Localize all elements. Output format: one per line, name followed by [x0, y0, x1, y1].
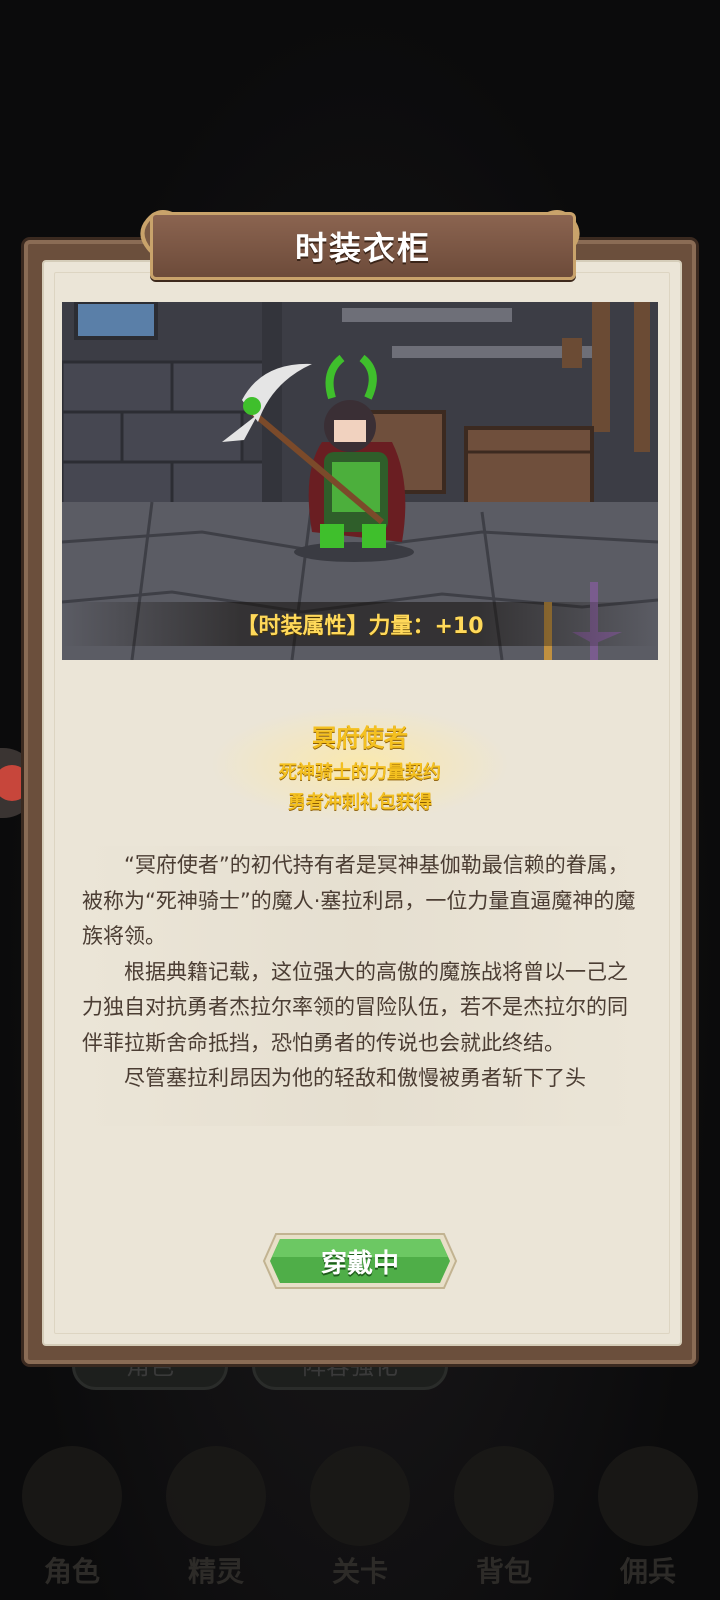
nav-label: 精灵 — [187, 1555, 244, 1588]
nav-mercenary[interactable]: 佣兵 — [588, 1440, 708, 1590]
costume-preview-scene: 【时装属性】力量：+10 — [62, 302, 658, 660]
wearing-label: 穿戴中 — [320, 1248, 399, 1279]
title-banner: 时装衣柜 — [150, 212, 576, 280]
nav-label: 背包 — [475, 1555, 532, 1588]
bag-icon — [454, 1446, 554, 1546]
nav-label: 佣兵 — [619, 1555, 676, 1588]
stage-icon — [310, 1446, 410, 1546]
description-paragraph: “冥府使者”的初代持有者是冥神基伽勒最信赖的眷属，被称为“死神骑士”的魔人·塞拉… — [82, 853, 636, 948]
nav-label: 关卡 — [331, 1555, 388, 1588]
description-paragraph: 根据典籍记载，这位强大的高傲的魔族战将曾以一己之力独自对抗勇者杰拉尔率领的冒险队… — [82, 959, 628, 1055]
costume-name: 冥府使者 — [312, 724, 408, 752]
nav-stage[interactable]: 关卡 — [300, 1440, 420, 1590]
mercenary-icon — [598, 1446, 698, 1546]
attribute-text: 【时装属性】力量：+10 — [236, 614, 484, 639]
costume-source: 勇者冲刺礼包获得 — [288, 792, 432, 813]
nav-role[interactable]: 角色 — [12, 1440, 132, 1590]
wearing-button[interactable]: 穿戴中 — [262, 1230, 458, 1292]
modal-title: 时装衣柜 — [294, 229, 431, 267]
description-paragraph: 尽管塞拉利昂因为他的轻敌和傲慢被勇者斩下了头 — [124, 1066, 586, 1090]
attribute-bar: 【时装属性】力量：+10 — [62, 602, 658, 646]
nav-bag[interactable]: 背包 — [444, 1440, 564, 1590]
bottom-nav: 角色 精灵 关卡 背包 佣兵 — [0, 1430, 720, 1600]
role-icon — [22, 1446, 122, 1546]
sprite-icon — [166, 1446, 266, 1546]
costume-subtitle: 死神骑士的力量契约 — [279, 762, 441, 783]
nav-label: 角色 — [43, 1555, 100, 1588]
nav-sprite[interactable]: 精灵 — [156, 1440, 276, 1590]
costume-description[interactable]: “冥府使者”的初代持有者是冥神基伽勒最信赖的眷属，被称为“死神骑士”的魔人·塞拉… — [82, 848, 642, 1124]
